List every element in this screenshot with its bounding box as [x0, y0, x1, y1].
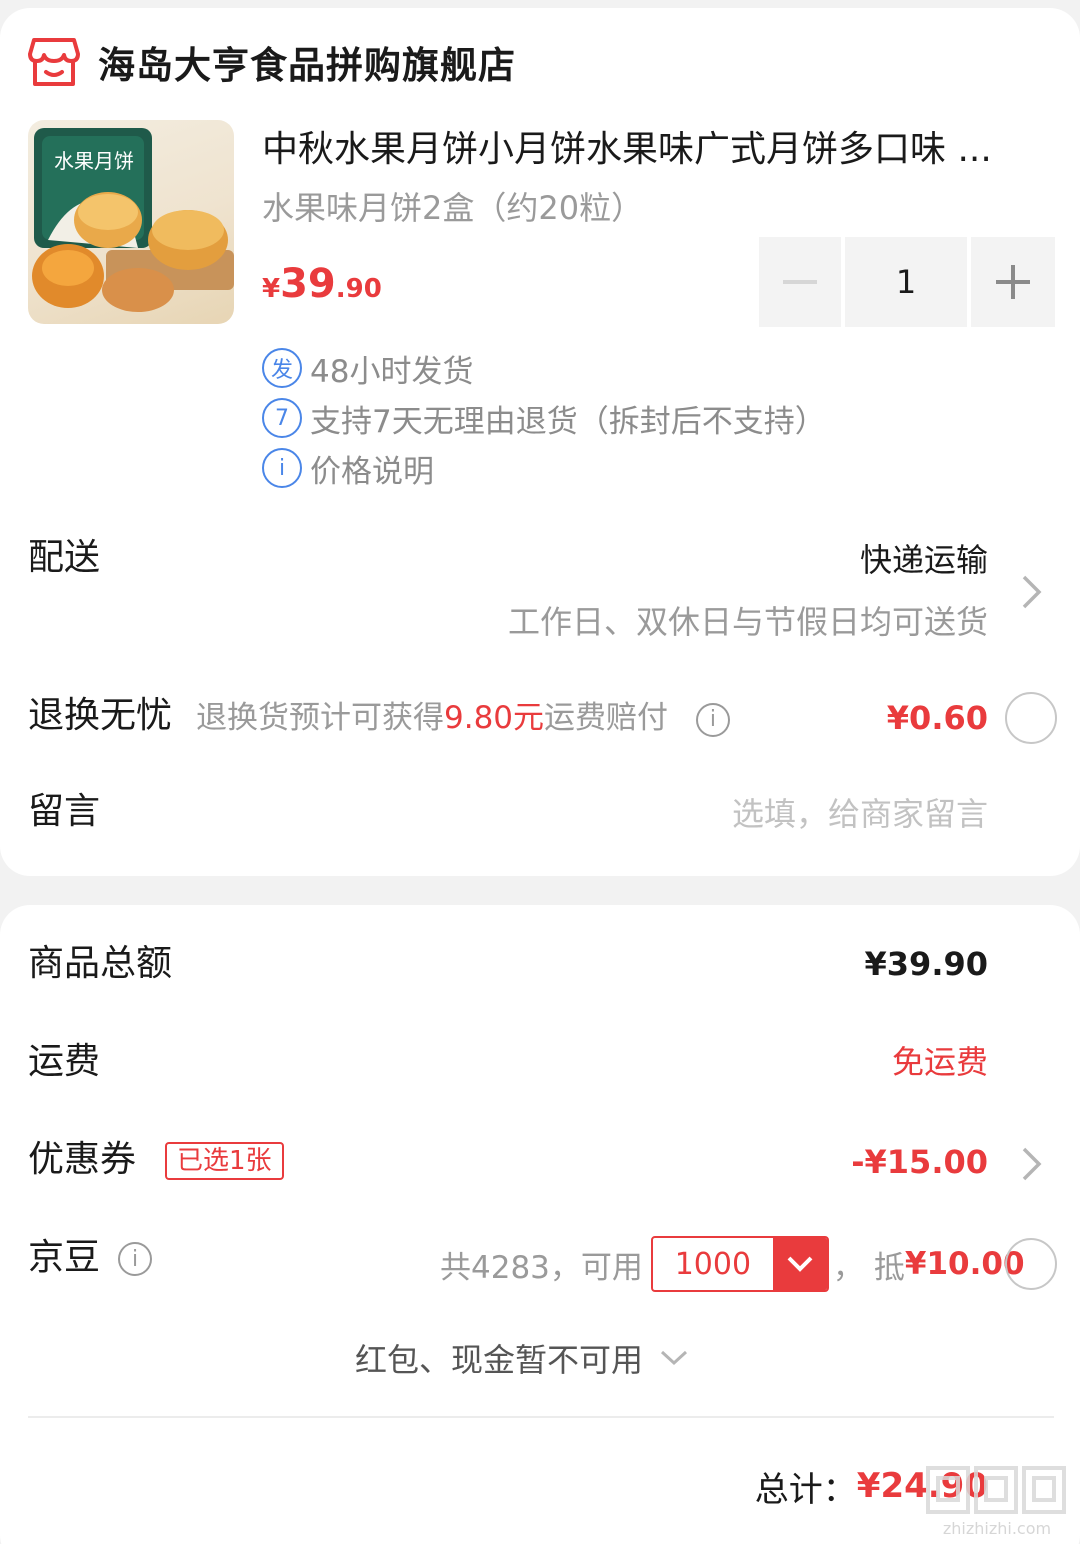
increase-button[interactable] — [971, 237, 1055, 327]
delivery-label: 配送 — [28, 537, 101, 578]
shipping-value: 免运费 — [891, 1043, 988, 1081]
chevron-right-icon[interactable] — [1021, 1146, 1043, 1182]
decrease-button[interactable] — [759, 237, 841, 327]
coupon-value[interactable]: -¥15.00 — [851, 1134, 988, 1190]
beans-deduct-prefix: 抵 — [873, 1249, 905, 1286]
quantity-value[interactable]: 1 — [845, 237, 967, 327]
message-input[interactable]: 选填，给商家留言 — [732, 786, 988, 842]
redpacket-toggle[interactable]: 红包、现金暂不可用 — [355, 1330, 689, 1386]
message-label: 留言 — [28, 791, 101, 832]
service-shipping[interactable]: 发 48小时发货 — [262, 346, 473, 390]
coupon-selected-badge: 已选1张 — [165, 1142, 284, 1180]
info-icon: i — [262, 448, 302, 488]
plus-icon — [996, 265, 1030, 299]
return-desc-prefix: 退换货预计可获得 — [196, 700, 444, 736]
return-desc-suffix: 运费赔付 — [544, 700, 669, 736]
beans-available: 共4283，可用 — [440, 1249, 643, 1286]
beans-row: 共4283，可用 1000 ， 抵 ¥10.00 — [440, 1236, 1025, 1292]
return-service-radio[interactable] — [1005, 692, 1057, 744]
beans-amount-select[interactable]: 1000 — [650, 1236, 829, 1292]
info-icon[interactable]: i — [118, 1242, 152, 1276]
seven-day-icon: 7 — [262, 398, 302, 438]
price-integer: 39 — [280, 261, 336, 307]
product-spec[interactable]: 水果味月饼2盒（约20粒） — [262, 180, 643, 236]
shop-name[interactable]: 海岛大亨食品拼购旗舰店 — [98, 38, 516, 94]
redpacket-text: 红包、现金暂不可用 — [355, 1341, 644, 1379]
ship-badge-icon: 发 — [262, 348, 302, 388]
chevron-down-icon — [661, 1350, 688, 1366]
delivery-desc: 工作日、双休日与节假日均可送货 — [507, 603, 988, 641]
return-service-desc: 退换货预计可获得9.80元运费赔付 i — [196, 690, 730, 746]
service-text: 价格说明 — [310, 453, 434, 490]
total-label: 总计： — [754, 1469, 857, 1510]
service-text: 支持7天无理由退货（拆封后不支持） — [310, 403, 826, 440]
price-currency: ¥ — [262, 274, 281, 304]
goods-total-label: 商品总额 — [28, 943, 173, 984]
beans-separator: ， — [832, 1249, 864, 1286]
svg-text:zhizhizhi.com: zhizhizhi.com — [943, 1519, 1051, 1538]
product-title[interactable]: 中秋水果月饼小月饼水果味广式月饼多口味 ... — [262, 122, 1032, 178]
product-price: ¥39.90 — [262, 256, 382, 320]
goods-total-value: ¥39.90 — [864, 945, 988, 983]
watermark-logo: zhizhizhi.com — [926, 1466, 1066, 1538]
quantity-stepper: 1 — [759, 237, 1055, 327]
info-icon[interactable]: i — [695, 702, 730, 737]
divider — [28, 1416, 1054, 1418]
chevron-right-icon[interactable] — [1021, 574, 1043, 610]
chevron-down-icon[interactable] — [772, 1238, 827, 1290]
service-text: 48小时发货 — [310, 353, 474, 390]
service-return[interactable]: 7 支持7天无理由退货（拆封后不支持） — [262, 396, 826, 440]
order-summary-card — [0, 905, 1080, 1544]
coupon-label: 优惠券 — [28, 1139, 137, 1180]
delivery-method[interactable]: 快递运输 — [860, 532, 988, 588]
store-icon — [28, 38, 80, 86]
minus-icon — [783, 280, 817, 284]
return-service-label: 退换无忧 — [28, 695, 173, 736]
beans-radio[interactable] — [1005, 1238, 1057, 1290]
product-image[interactable]: 水果月饼 — [28, 120, 234, 324]
shipping-label: 运费 — [28, 1041, 101, 1082]
beans-selected-value: 1000 — [674, 1246, 752, 1282]
svg-text:水果月饼: 水果月饼 — [54, 149, 134, 173]
return-service-price: ¥0.60 — [886, 699, 988, 737]
price-decimal: .90 — [335, 274, 382, 304]
return-desc-amount: 9.80元 — [444, 700, 545, 736]
service-price-info[interactable]: i 价格说明 — [262, 446, 434, 490]
beans-label: 京豆 — [28, 1237, 101, 1278]
